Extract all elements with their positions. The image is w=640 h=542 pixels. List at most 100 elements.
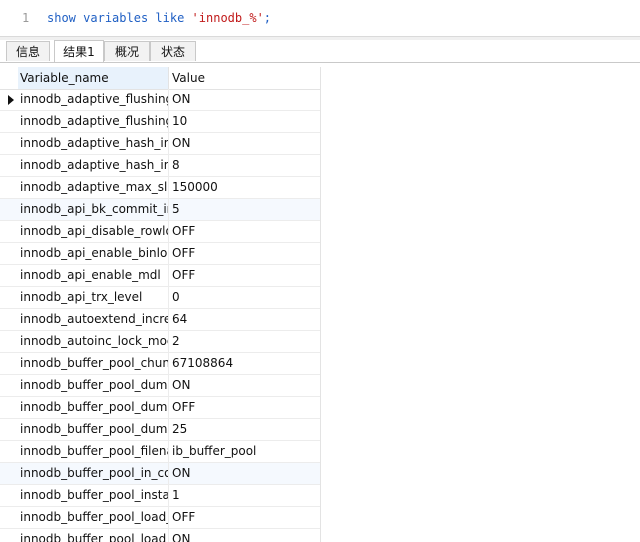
row-selector[interactable]: [0, 419, 18, 440]
row-selector[interactable]: [0, 133, 18, 154]
row-selector[interactable]: [0, 243, 18, 264]
table-row[interactable]: innodb_api_bk_commit_interval5: [0, 199, 320, 221]
cell-value[interactable]: 150000: [168, 177, 320, 198]
row-selector[interactable]: [0, 463, 18, 484]
cell-value[interactable]: 2: [168, 331, 320, 352]
cell-variable-name[interactable]: innodb_buffer_pool_dump_pct: [18, 419, 168, 440]
cell-value[interactable]: 0: [168, 287, 320, 308]
grid-right-border: [320, 67, 321, 542]
row-selector[interactable]: [0, 485, 18, 506]
table-row[interactable]: innodb_api_enable_mdl OFF: [0, 265, 320, 287]
table-row[interactable]: innodb_adaptive_hash_indexON: [0, 133, 320, 155]
cell-value[interactable]: 64: [168, 309, 320, 330]
table-row[interactable]: innodb_api_trx_level 0: [0, 287, 320, 309]
row-selector[interactable]: [0, 89, 18, 110]
cell-value[interactable]: OFF: [168, 265, 320, 286]
table-row[interactable]: innodb_buffer_pool_filenameib_buffer_poo…: [0, 441, 320, 463]
table-row[interactable]: innodb_api_disable_rowlockOFF: [0, 221, 320, 243]
table-row[interactable]: innodb_buffer_pool_chunk_size67108864: [0, 353, 320, 375]
cell-variable-name[interactable]: innodb_adaptive_max_sleep_delay: [18, 177, 168, 198]
cell-variable-name[interactable]: innodb_api_trx_level: [18, 287, 168, 308]
cell-value[interactable]: ON: [168, 375, 320, 396]
tab-status[interactable]: 状态: [150, 41, 196, 61]
table-row[interactable]: innodb_buffer_pool_in_core_fileON: [0, 463, 320, 485]
query-pattern-string: 'innodb_%': [191, 11, 264, 25]
table-row[interactable]: innodb_buffer_pool_dump_at_shutdownON: [0, 375, 320, 397]
row-pointer-triangle-icon: [8, 95, 14, 105]
cell-variable-name[interactable]: innodb_adaptive_flushing: [18, 89, 168, 110]
row-selector[interactable]: [0, 155, 18, 176]
cell-value[interactable]: OFF: [168, 243, 320, 264]
table-row[interactable]: innodb_autoinc_lock_mode 2: [0, 331, 320, 353]
cell-variable-name[interactable]: innodb_api_enable_binlog: [18, 243, 168, 264]
row-selector[interactable]: [0, 265, 18, 286]
cell-value[interactable]: 8: [168, 155, 320, 176]
row-selector[interactable]: [0, 221, 18, 242]
cell-variable-name[interactable]: innodb_buffer_pool_load_abort: [18, 507, 168, 528]
tab-profile[interactable]: 概况: [104, 41, 150, 61]
line-number: 1: [22, 11, 30, 25]
table-row[interactable]: innodb_buffer_pool_load_abortOFF: [0, 507, 320, 529]
cell-variable-name[interactable]: innodb_buffer_pool_filename: [18, 441, 168, 462]
cell-variable-name[interactable]: innodb_api_disable_rowlock: [18, 221, 168, 242]
row-selector[interactable]: [0, 529, 18, 542]
table-row[interactable]: innodb_adaptive_hash_index_parts8: [0, 155, 320, 177]
row-selector[interactable]: [0, 287, 18, 308]
table-row[interactable]: innodb_adaptive_flushing_lwm10: [0, 111, 320, 133]
tab-result-1[interactable]: 结果1: [54, 40, 104, 62]
cell-variable-name[interactable]: innodb_buffer_pool_dump_now: [18, 397, 168, 418]
cell-value[interactable]: 1: [168, 485, 320, 506]
column-header-value[interactable]: Value: [168, 67, 320, 89]
cell-variable-name[interactable]: innodb_buffer_pool_dump_at_shutdown: [18, 375, 168, 396]
cell-value[interactable]: ON: [168, 89, 320, 110]
cell-value[interactable]: ON: [168, 463, 320, 484]
table-row[interactable]: innodb_buffer_pool_dump_nowOFF: [0, 397, 320, 419]
row-selector[interactable]: [0, 177, 18, 198]
table-row[interactable]: innodb_adaptive_max_sleep_delay150000: [0, 177, 320, 199]
cell-value[interactable]: 10: [168, 111, 320, 132]
cell-variable-name[interactable]: innodb_buffer_pool_chunk_size: [18, 353, 168, 374]
table-row[interactable]: innodb_adaptive_flushing ON: [0, 89, 320, 111]
cell-variable-name[interactable]: innodb_api_bk_commit_interval: [18, 199, 168, 220]
row-selector[interactable]: [0, 331, 18, 352]
cell-variable-name[interactable]: innodb_buffer_pool_instances: [18, 485, 168, 506]
row-selector[interactable]: [0, 309, 18, 330]
cell-value[interactable]: ON: [168, 133, 320, 154]
cell-variable-name[interactable]: innodb_autoinc_lock_mode: [18, 331, 168, 352]
row-selector[interactable]: [0, 375, 18, 396]
keyword-show: show: [47, 11, 76, 25]
cell-value[interactable]: OFF: [168, 397, 320, 418]
cell-value[interactable]: 25: [168, 419, 320, 440]
sql-editor[interactable]: 1 show variables like 'innodb_%';: [0, 0, 640, 37]
sql-query-text[interactable]: show variables like 'innodb_%';: [47, 11, 271, 25]
cell-value[interactable]: OFF: [168, 507, 320, 528]
row-selector[interactable]: [0, 111, 18, 132]
row-selector[interactable]: [0, 199, 18, 220]
cell-value[interactable]: 5: [168, 199, 320, 220]
results-grid[interactable]: Variable_name Value innodb_adaptive_flus…: [0, 67, 320, 542]
row-selector[interactable]: [0, 507, 18, 528]
cell-variable-name[interactable]: innodb_buffer_pool_in_core_file: [18, 463, 168, 484]
cell-variable-name[interactable]: innodb_api_enable_mdl: [18, 265, 168, 286]
cell-value[interactable]: ib_buffer_pool: [168, 441, 320, 462]
table-row[interactable]: innodb_autoextend_increment64: [0, 309, 320, 331]
tab-info[interactable]: 信息: [6, 41, 50, 61]
cell-variable-name[interactable]: innodb_autoextend_increment: [18, 309, 168, 330]
table-row[interactable]: innodb_buffer_pool_dump_pct25: [0, 419, 320, 441]
cell-variable-name[interactable]: innodb_adaptive_hash_index_parts: [18, 155, 168, 176]
table-row[interactable]: innodb_buffer_pool_instances1: [0, 485, 320, 507]
cell-value[interactable]: OFF: [168, 221, 320, 242]
cell-variable-name[interactable]: innodb_adaptive_hash_index: [18, 133, 168, 154]
table-row[interactable]: innodb_api_enable_binlog OFF: [0, 243, 320, 265]
row-selector[interactable]: [0, 353, 18, 374]
grid-rows: innodb_adaptive_flushing ON innodb_adaptiv…: [0, 89, 320, 542]
row-selector[interactable]: [0, 441, 18, 462]
cell-value[interactable]: 67108864: [168, 353, 320, 374]
query-terminator: ;: [263, 11, 272, 25]
table-row[interactable]: innodb_buffer_pool_load_at_startupON: [0, 529, 320, 542]
cell-variable-name[interactable]: innodb_buffer_pool_load_at_startup: [18, 529, 168, 542]
row-selector[interactable]: [0, 397, 18, 418]
cell-value[interactable]: ON: [168, 529, 320, 542]
column-header-variable-name[interactable]: Variable_name: [18, 67, 168, 89]
cell-variable-name[interactable]: innodb_adaptive_flushing_lwm: [18, 111, 168, 132]
